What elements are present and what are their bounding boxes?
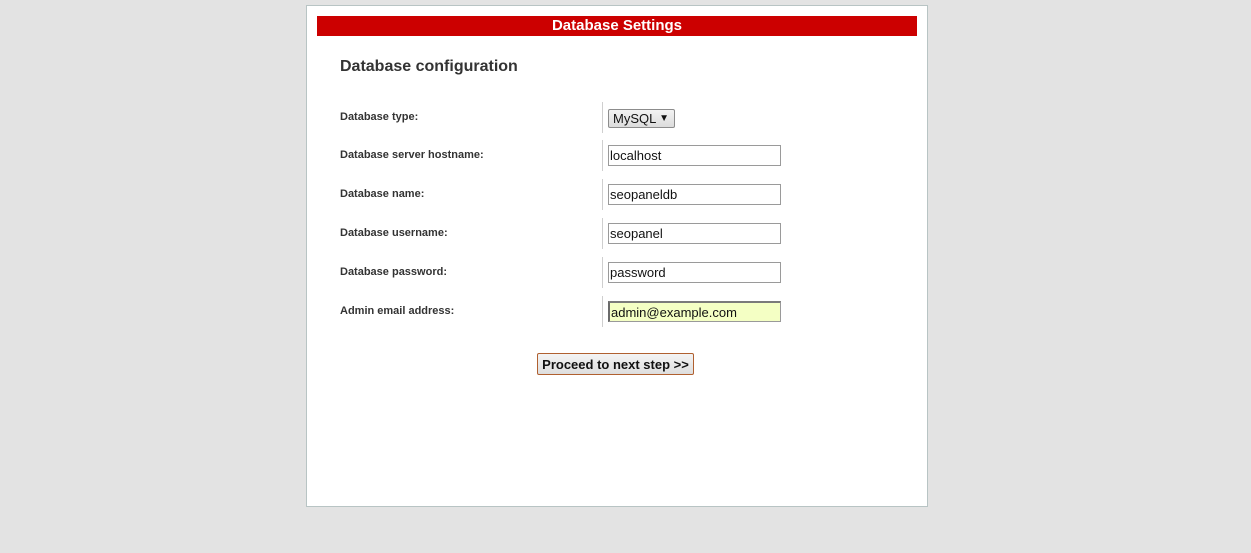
row-divider [602,257,603,288]
chevron-down-icon: ▼ [659,113,669,124]
row-divider [602,296,603,327]
db-type-label: Database type: [340,111,419,123]
db-host-label: Database server hostname: [340,149,484,161]
admin-email-input[interactable] [608,301,781,322]
proceed-button[interactable]: Proceed to next step >> [537,353,694,375]
db-host-input[interactable] [608,145,781,166]
db-type-select[interactable]: MySQL ▼ [608,109,675,128]
db-user-input[interactable] [608,223,781,244]
row-divider [602,140,603,171]
db-type-selected-value: MySQL [613,111,657,126]
header-title: Database Settings [317,16,917,36]
db-name-input[interactable] [608,184,781,205]
db-password-label: Database password: [340,266,447,278]
db-password-input[interactable] [608,262,781,283]
section-title: Database configuration [340,58,518,75]
row-divider [602,179,603,210]
row-divider [602,102,603,133]
db-name-label: Database name: [340,188,425,200]
row-divider [602,218,603,249]
db-user-label: Database username: [340,227,448,239]
settings-panel: Database Settings Database configuration… [306,5,928,507]
admin-email-label: Admin email address: [340,305,455,317]
